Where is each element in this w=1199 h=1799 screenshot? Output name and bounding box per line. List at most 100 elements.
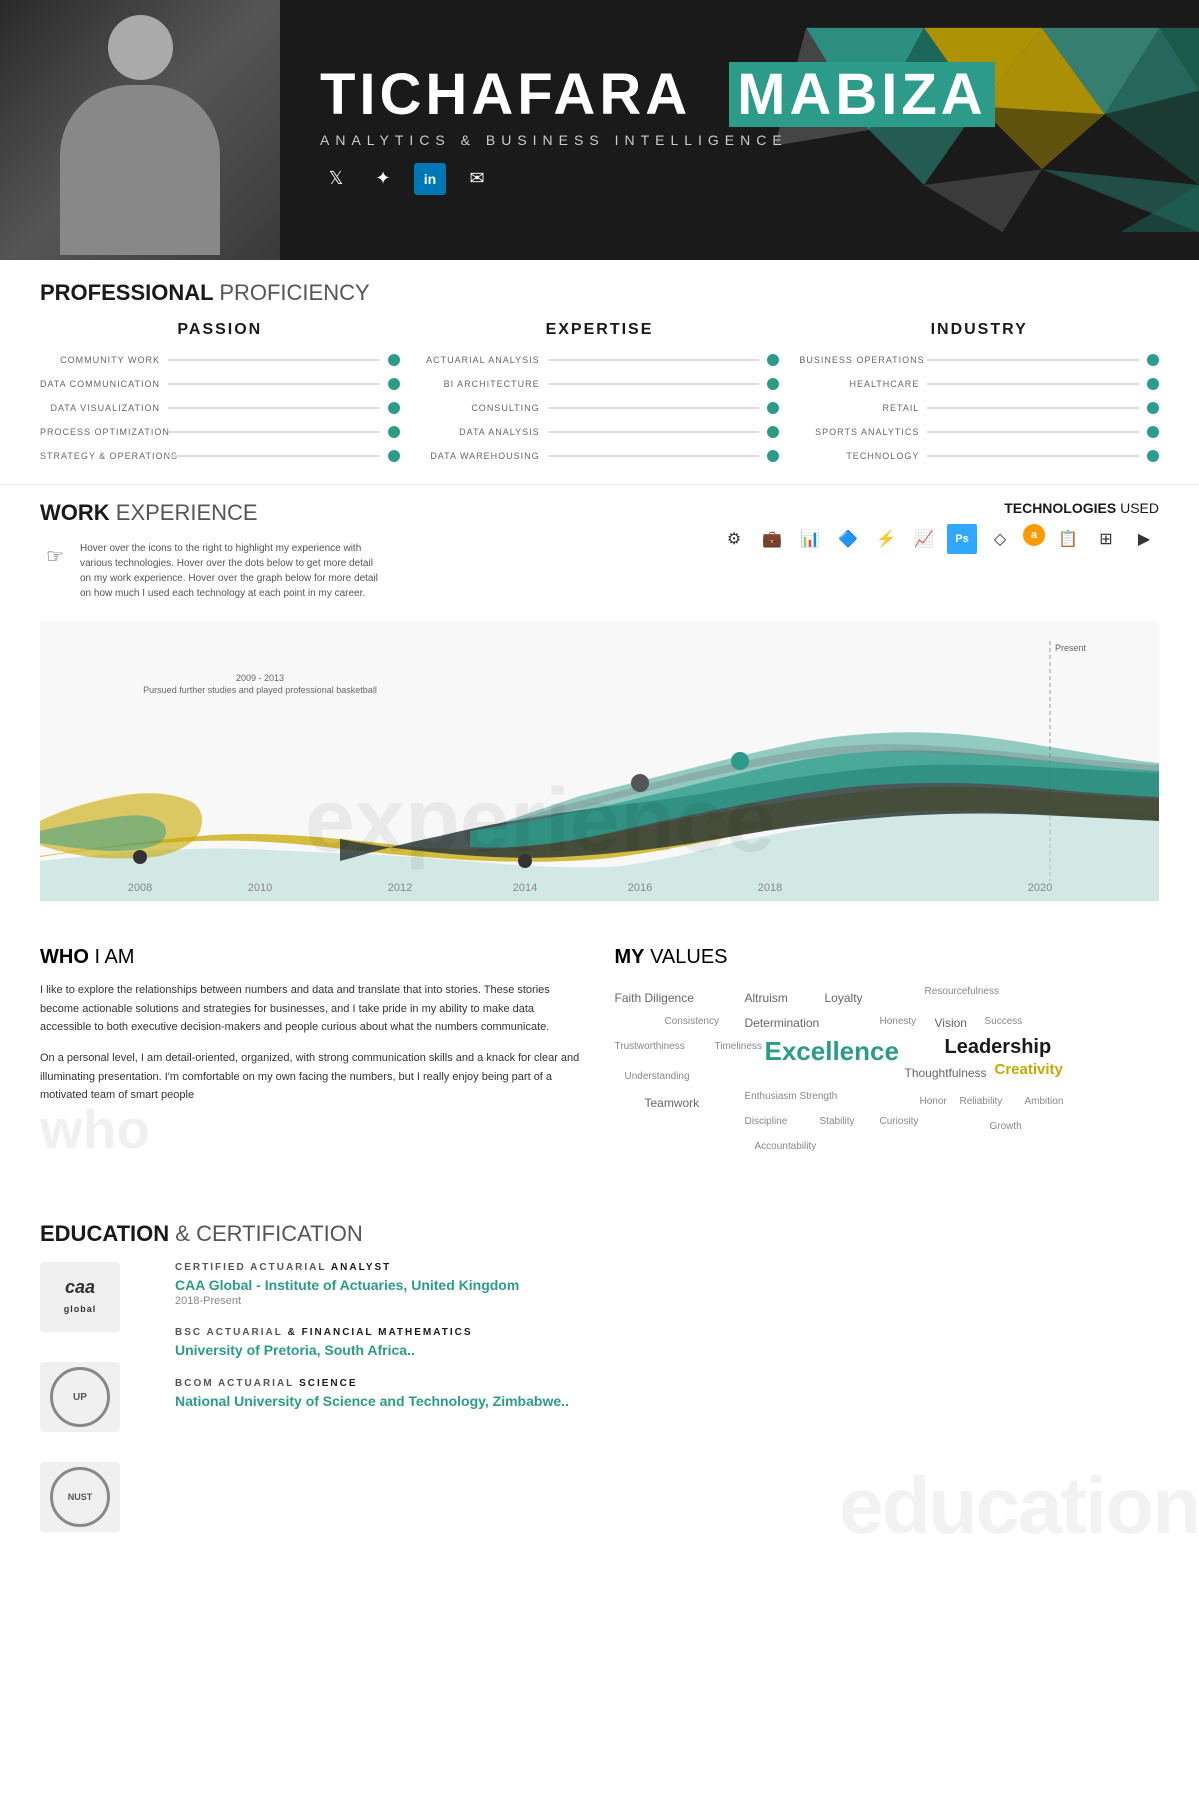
tech-icon-6[interactable]: 📈: [909, 524, 939, 554]
skill-row: ACTUARIAL ANALYSIS: [420, 354, 780, 366]
skill-dot: [388, 378, 400, 390]
skill-bar: [548, 359, 760, 361]
svg-text:2014: 2014: [513, 882, 537, 894]
value-word: Timeliness: [715, 1041, 762, 1052]
svg-text:Present: Present: [1055, 643, 1087, 653]
linkedin-icon[interactable]: in: [414, 163, 446, 195]
tech-icon-8[interactable]: 📋: [1053, 524, 1083, 554]
skill-row: RETAIL: [799, 402, 1159, 414]
skill-label: CONSULTING: [420, 403, 540, 413]
tech-used-block: TECHNOLOGIES USED ⚙ 💼 📊 🔷 ⚡ 📈 Ps ◇ a 📋 ⊞…: [719, 500, 1159, 554]
header-name-block: TICHAFARA MABIZA ANALYTICS & BUSINESS IN…: [320, 66, 1159, 195]
skill-bar: [548, 383, 760, 385]
edu-entry: BSC ACTUARIAL & FINANCIAL MATHEMATICSUni…: [175, 1327, 1159, 1358]
who-col: WHO I AM I like to explore the relations…: [40, 946, 585, 1181]
work-header: WORK EXPERIENCE ☞ Hover over the icons t…: [40, 500, 1159, 611]
skill-bar: [927, 359, 1139, 361]
skill-bar: [168, 431, 380, 433]
subtitle: ANALYTICS & BUSINESS INTELLIGENCE: [320, 132, 1159, 148]
skill-bar: [927, 431, 1139, 433]
work-title-block: WORK EXPERIENCE ☞ Hover over the icons t…: [40, 500, 380, 611]
value-word: Leadership: [945, 1036, 1052, 1059]
skill-bar: [927, 407, 1139, 409]
edu-degree-label: BCOM ACTUARIAL SCIENCE: [175, 1378, 1159, 1389]
skill-row: DATA COMMUNICATION: [40, 378, 400, 390]
globe-icon[interactable]: ✦: [367, 163, 399, 195]
proficiency-grid: PASSIONCOMMUNITY WORKDATA COMMUNICATIOND…: [40, 321, 1159, 474]
value-word: Vision: [935, 1016, 967, 1030]
value-word: Understanding: [625, 1071, 690, 1082]
value-word: Discipline: [745, 1116, 788, 1127]
skill-dot: [767, 378, 779, 390]
tech-icon-7[interactable]: ◇: [985, 524, 1015, 554]
skill-label: RETAIL: [799, 403, 919, 413]
skill-bar: [927, 455, 1139, 457]
proficiency-col: PASSIONCOMMUNITY WORKDATA COMMUNICATIOND…: [40, 321, 400, 474]
skill-row: DATA WAREHOUSING: [420, 450, 780, 462]
edu-institution: National University of Science and Techn…: [175, 1393, 1159, 1409]
svg-text:2009 - 2013: 2009 - 2013: [236, 673, 284, 683]
value-word: Resourcefulness: [925, 986, 999, 997]
tech-icon-3[interactable]: 📊: [795, 524, 825, 554]
edu-title-light: & CERTIFICATION: [175, 1221, 362, 1246]
edu-year: 2018-Present: [175, 1295, 1159, 1307]
skill-label: BI ARCHITECTURE: [420, 379, 540, 389]
proficiency-title: PROFESSIONAL Proficiency: [40, 280, 1159, 306]
value-word: Honor: [920, 1096, 947, 1107]
skill-dot: [1147, 378, 1159, 390]
skill-row: PROCESS OPTIMIZATION: [40, 426, 400, 438]
skill-dot: [1147, 426, 1159, 438]
edu-entry: CERTIFIED ACTUARIAL ANALYSTCAA Global - …: [175, 1262, 1159, 1307]
skill-label: DATA WAREHOUSING: [420, 451, 540, 461]
who-paragraph-2: On a personal level, I am detail-oriente…: [40, 1049, 585, 1105]
values-cloud: Faith DiligenceAltruismLoyaltyResourcefu…: [615, 981, 1160, 1181]
tech-icon-10[interactable]: ▶: [1129, 524, 1159, 554]
tech-icon-amazon[interactable]: a: [1023, 524, 1045, 546]
skill-dot: [388, 426, 400, 438]
social-icons: 𝕏 ✦ in ✉: [320, 163, 1159, 195]
tech-icon-1[interactable]: ⚙: [719, 524, 749, 554]
skill-row: TECHNOLOGY: [799, 450, 1159, 462]
who-watermark: who: [40, 1102, 585, 1157]
full-name: TICHAFARA MABIZA: [320, 66, 1159, 124]
tech-title-light: USED: [1120, 500, 1159, 516]
svg-text:2012: 2012: [388, 882, 412, 894]
skill-dot: [767, 402, 779, 414]
value-word: Consistency: [665, 1016, 719, 1027]
who-paragraph-1: I like to explore the relationships betw…: [40, 981, 585, 1037]
skill-label: ACTUARIAL ANALYSIS: [420, 355, 540, 365]
skill-dot: [388, 354, 400, 366]
value-word: Creativity: [995, 1061, 1063, 1078]
email-icon[interactable]: ✉: [461, 163, 493, 195]
skill-label: STRATEGY & OPERATIONS: [40, 451, 160, 461]
twitter-icon[interactable]: 𝕏: [320, 163, 352, 195]
tech-icon-5[interactable]: ⚡: [871, 524, 901, 554]
proficiency-col-heading: EXPERTISE: [420, 321, 780, 339]
work-title-light: EXPERIENCE: [116, 500, 258, 525]
skill-label: DATA COMMUNICATION: [40, 379, 160, 389]
value-word: Trustworthiness: [615, 1041, 685, 1052]
skill-label: DATA ANALYSIS: [420, 427, 540, 437]
hand-pointer-icon: ☞: [40, 541, 70, 571]
value-word: Loyalty: [825, 991, 863, 1005]
value-word: Success: [985, 1016, 1023, 1027]
skill-label: SPORTS ANALYTICS: [799, 427, 919, 437]
tech-icon-2[interactable]: 💼: [757, 524, 787, 554]
work-title: WORK EXPERIENCE: [40, 500, 380, 526]
skill-bar: [168, 383, 380, 385]
edu-institution: University of Pretoria, South Africa..: [175, 1342, 1159, 1358]
proficiency-title-bold: PROFESSIONAL: [40, 280, 213, 305]
value-word: Honesty: [880, 1016, 917, 1027]
value-word: Thoughtfulness: [905, 1066, 987, 1080]
tech-icon-9[interactable]: ⊞: [1091, 524, 1121, 554]
svg-text:2018: 2018: [758, 882, 782, 894]
header: TICHAFARA MABIZA ANALYTICS & BUSINESS IN…: [0, 0, 1199, 260]
edu-logo: caaglobal: [40, 1262, 120, 1332]
svg-text:2010: 2010: [248, 882, 272, 894]
skill-bar: [548, 407, 760, 409]
tech-icon-ps[interactable]: Ps: [947, 524, 977, 554]
value-word: Enthusiasm Strength: [745, 1091, 838, 1102]
value-word: Determination: [745, 1016, 820, 1030]
tech-icon-4[interactable]: 🔷: [833, 524, 863, 554]
skill-dot: [767, 426, 779, 438]
